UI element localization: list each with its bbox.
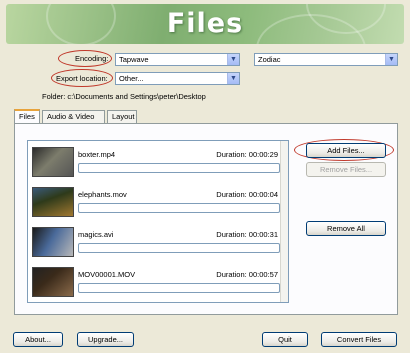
convert-files-button[interactable]: Convert Files (321, 332, 397, 347)
encoding-device-select[interactable]: Tapwave ▼ (115, 53, 240, 66)
scrollbar[interactable] (280, 141, 288, 302)
tab-audio-video[interactable]: Audio & Video (42, 110, 105, 123)
progress-bar (78, 243, 280, 253)
list-item[interactable]: boxter.mp4 Duration: 00:00:29 (32, 147, 280, 183)
progress-bar (78, 203, 280, 213)
encoding-model-select[interactable]: Zodiac ▼ (254, 53, 398, 66)
file-duration: Duration: 00:00:04 (216, 190, 278, 199)
video-thumbnail (32, 187, 74, 217)
list-item[interactable]: magics.avi Duration: 00:00:31 (32, 227, 280, 263)
header-banner: Files (6, 4, 404, 44)
file-name: MOV00001.MOV (78, 270, 136, 279)
chevron-down-icon[interactable]: ▼ (227, 54, 239, 65)
file-duration: Duration: 00:00:57 (216, 270, 278, 279)
about-button[interactable]: About... (13, 332, 63, 347)
remove-files-button[interactable]: Remove Files... (306, 162, 386, 177)
encoding-label: Encoding: (75, 54, 109, 63)
list-item[interactable]: elephants.mov Duration: 00:00:04 (32, 187, 280, 223)
folder-path: Folder: c:\Documents and Settings\peter\… (42, 92, 206, 101)
list-item[interactable]: MOV00001.MOV Duration: 00:00:57 (32, 267, 280, 302)
quit-button[interactable]: Quit (262, 332, 308, 347)
progress-bar (78, 163, 280, 173)
remove-all-button[interactable]: Remove All (306, 221, 386, 236)
video-thumbnail (32, 147, 74, 177)
tab-layout[interactable]: Layout (107, 110, 137, 123)
file-duration: Duration: 00:00:29 (216, 150, 278, 159)
tab-files[interactable]: Files (14, 109, 40, 123)
video-thumbnail (32, 227, 74, 257)
export-location-label: Export location: (56, 74, 108, 83)
file-list[interactable]: boxter.mp4 Duration: 00:00:29 elephants.… (27, 140, 289, 303)
video-thumbnail (32, 267, 74, 297)
progress-bar (78, 283, 280, 293)
export-location-value: Other... (119, 74, 144, 83)
chevron-down-icon[interactable]: ▼ (385, 54, 397, 65)
file-name: boxter.mp4 (78, 150, 116, 159)
file-name: magics.avi (78, 230, 114, 239)
chevron-down-icon[interactable]: ▼ (227, 73, 239, 84)
export-location-select[interactable]: Other... ▼ (115, 72, 240, 85)
page-title: Files (166, 8, 244, 39)
file-name: elephants.mov (78, 190, 127, 199)
add-files-button[interactable]: Add Files... (306, 143, 386, 158)
encoding-model-value: Zodiac (258, 55, 281, 64)
encoding-device-value: Tapwave (119, 55, 149, 64)
file-duration: Duration: 00:00:31 (216, 230, 278, 239)
upgrade-button[interactable]: Upgrade... (77, 332, 134, 347)
